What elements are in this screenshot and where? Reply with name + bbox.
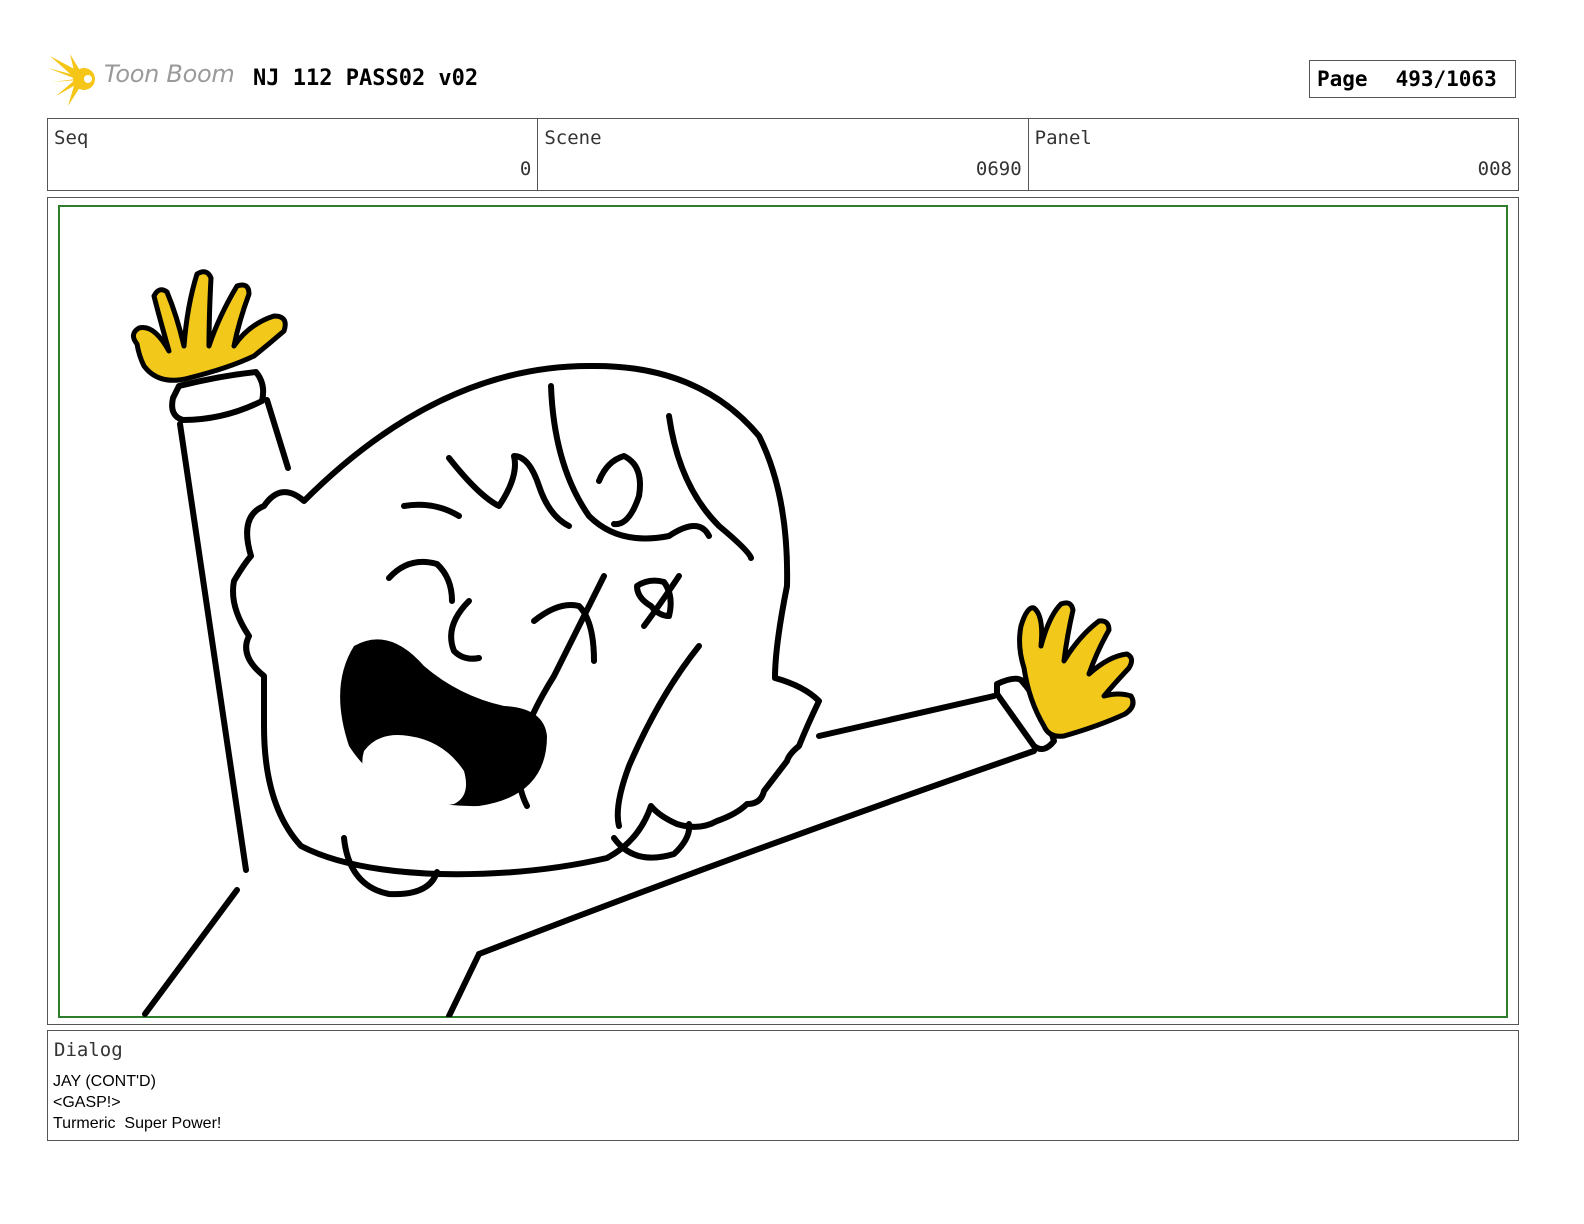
dialog-line-speech: Turmeric Super Power! [53,1115,222,1132]
toon-boom-logo: Toon Boom [48,50,240,108]
panel-value: 008 [1477,158,1512,180]
dialog-line-action: <GASP!> [53,1094,121,1111]
dialog-box: Dialog JAY (CONT'D) <GASP!> Turmeric Sup… [47,1030,1519,1141]
project-title: NJ 112 PASS02 v02 [253,66,479,91]
page-label: Page [1317,67,1368,91]
scene-value: 0690 [975,158,1022,180]
scene-cell: Scene 0690 [538,119,1029,190]
hair-strand-5 [401,501,462,519]
left-arm-inner [264,397,291,471]
panel-label: Panel [1034,127,1092,149]
right-glove [1017,600,1136,739]
torso-right [446,951,482,1017]
panel-illustration [131,269,1136,1017]
left-eye [386,558,455,604]
page-indicator: Page 493/1063 [1309,60,1516,98]
seq-label: Seq [54,127,89,149]
dialog-label: Dialog [54,1039,123,1061]
seq-cell: Seq 0 [48,119,539,190]
left-glove [131,269,288,383]
panel-cell: Panel 008 [1029,119,1518,190]
logo-text: Toon Boom [104,60,235,88]
scene-label: Scene [544,127,602,149]
torso-left [142,887,240,1017]
seq-value: 0 [519,158,532,180]
collar-right [611,821,693,861]
hair-strand-7 [614,643,702,829]
torso-top [476,748,1037,957]
left-arm-outer [177,421,249,873]
dialog-text: JAY (CONT'D) <GASP!> Turmeric Super Powe… [53,1071,221,1134]
nose [448,598,482,662]
info-row: Seq 0 Scene 0690 Panel 008 [47,118,1519,191]
hair-strand-3 [446,453,572,529]
page-number: 493/1063 [1395,67,1497,91]
star-burst-icon [48,54,95,106]
dialog-line-character: JAY (CONT'D) [53,1073,156,1090]
hair-strand-4 [596,453,643,528]
right-arm-upper [816,693,997,739]
